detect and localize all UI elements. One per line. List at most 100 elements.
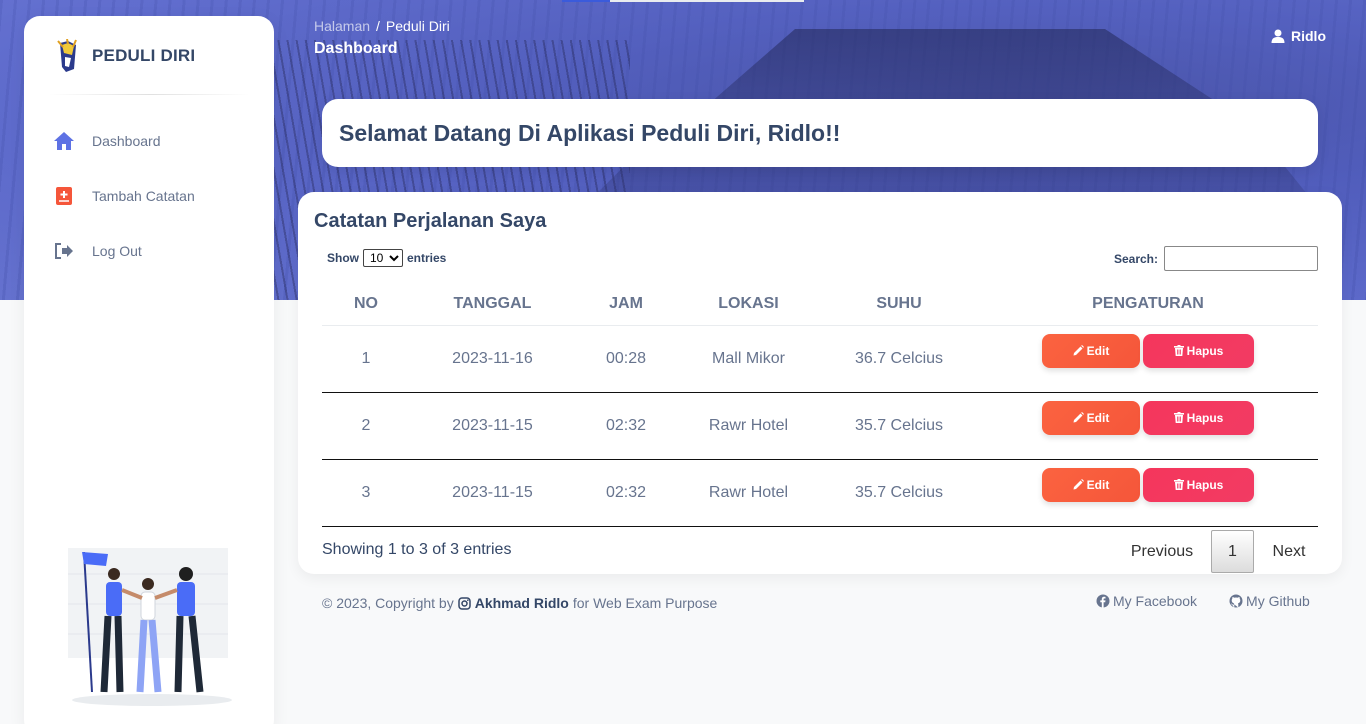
table-row: 2 2023-11-15 02:32 Rawr Hotel 35.7 Celci… [322,392,1318,460]
cell-tanggal: 2023-11-15 [410,392,575,460]
cell-no: 2 [322,392,410,460]
search-input[interactable] [1164,246,1318,271]
welcome-card: Selamat Datang Di Aplikasi Peduli Diri, … [322,99,1318,167]
page-number-button[interactable]: 1 [1211,530,1254,573]
brand[interactable]: PEDULI DIRI [54,38,195,74]
sidebar-nav: Dashboard Tambah Catatan Log Out [50,122,250,287]
sidebar-item-label: Dashboard [92,133,161,149]
user-menu[interactable]: Ridlo [1271,28,1326,44]
cell-actions: Edit Hapus [978,325,1318,393]
delete-label: Hapus [1186,410,1224,425]
column-header-lokasi[interactable]: LOKASI [677,283,820,326]
footer-links: My Facebook My Github [1096,593,1310,609]
records-table: NO TANGGAL JAM LOKASI SUHU PENGATURAN 1 … [322,283,1318,527]
edit-label: Edit [1086,343,1110,358]
facebook-label: My Facebook [1113,593,1198,609]
cell-suhu: 36.7 Celcius [820,325,978,393]
add-note-icon [52,184,76,208]
cell-jam: 02:32 [575,459,677,527]
page-size-select[interactable]: 10 [363,249,403,267]
user-icon [1271,29,1285,43]
column-header-no[interactable]: NO [322,283,410,326]
cell-actions: Edit Hapus [978,459,1318,527]
table-header-row: NO TANGGAL JAM LOKASI SUHU PENGATURAN [322,283,1318,326]
pagination: Previous 1 Next [1119,530,1318,573]
sidebar-item-label: Tambah Catatan [92,188,195,204]
copyright-text: © 2023, Copyright by [322,595,454,611]
github-label: My Github [1246,593,1310,609]
brand-logo-icon [57,39,77,72]
page-size-control: Show 10 entries [327,249,446,267]
cell-tanggal: 2023-11-15 [410,459,575,527]
welcome-text: Selamat Datang Di Aplikasi Peduli Diri, … [339,119,841,146]
sidebar-item-label: Log Out [92,243,142,259]
column-header-suhu[interactable]: SUHU [820,283,978,326]
pencil-icon [1073,479,1084,490]
column-header-tanggal[interactable]: TANGGAL [410,283,575,326]
cell-lokasi: Rawr Hotel [677,392,820,460]
cell-lokasi: Rawr Hotel [677,459,820,527]
author-link[interactable]: Akhmad Ridlo [475,595,569,611]
edit-label: Edit [1086,410,1110,425]
github-icon [1229,594,1243,608]
delete-button[interactable]: Hapus [1143,333,1254,368]
cell-no: 1 [322,325,410,393]
logout-icon [52,239,76,263]
cell-tanggal: 2023-11-16 [410,325,575,393]
column-header-jam[interactable]: JAM [575,283,677,326]
table-info: Showing 1 to 3 of 3 entries [322,541,512,558]
breadcrumb: Halaman / Peduli Diri [314,18,450,34]
background-roof [702,29,1229,110]
brand-name: PEDULI DIRI [92,46,196,65]
records-card: Catatan Perjalanan Saya Show 10 entries … [298,192,1342,574]
breadcrumb-separator: / [376,18,380,34]
purpose-text: for Web Exam Purpose [572,595,718,611]
home-icon [52,129,76,153]
team-illustration [68,548,232,706]
github-link[interactable]: My Github [1229,593,1310,609]
breadcrumb-current: Peduli Diri [385,18,450,34]
facebook-link[interactable]: My Facebook [1096,593,1197,609]
breadcrumb-root[interactable]: Halaman [314,18,370,34]
cell-jam: 02:32 [575,392,677,460]
sidebar-item-dashboard[interactable]: Dashboard [50,122,250,160]
trash-icon [1173,412,1184,423]
sidebar-divider [48,94,250,95]
edit-button[interactable]: Edit [1042,467,1140,502]
edit-button[interactable]: Edit [1042,400,1140,435]
loading-bar [562,0,804,2]
next-page-button[interactable]: Next [1260,530,1318,573]
user-name: Ridlo [1291,28,1326,44]
sidebar-item-logout[interactable]: Log Out [50,232,250,270]
cell-jam: 00:28 [575,325,677,393]
sidebar-item-tambah-catatan[interactable]: Tambah Catatan [50,177,250,215]
search-label: Search: [1113,251,1158,266]
instagram-icon [457,596,471,610]
cell-actions: Edit Hapus [978,392,1318,460]
pencil-icon [1073,412,1084,423]
cell-suhu: 35.7 Celcius [820,392,978,460]
sidebar: PEDULI DIRI Dashboard Tambah Catatan Log… [24,16,274,724]
facebook-icon [1096,594,1110,608]
card-title: Catatan Perjalanan Saya [314,210,547,232]
table-row: 3 2023-11-15 02:32 Rawr Hotel 35.7 Celci… [322,459,1318,527]
table-row: 1 2023-11-16 00:28 Mall Mikor 36.7 Celci… [322,325,1318,393]
page-title: Dashboard [314,40,398,57]
delete-button[interactable]: Hapus [1143,400,1254,435]
column-header-pengaturan[interactable]: PENGATURAN [978,283,1318,326]
entries-label: entries [407,251,447,265]
edit-button[interactable]: Edit [1042,333,1140,368]
show-label: Show [327,251,359,265]
trash-icon [1173,345,1184,356]
cell-no: 3 [322,459,410,527]
delete-label: Hapus [1186,477,1224,492]
cell-suhu: 35.7 Celcius [820,459,978,527]
pencil-icon [1073,345,1084,356]
previous-page-button[interactable]: Previous [1119,530,1205,573]
delete-label: Hapus [1186,343,1224,358]
edit-label: Edit [1086,477,1110,492]
search-control: Search: [1114,246,1318,271]
cell-lokasi: Mall Mikor [677,325,820,393]
delete-button[interactable]: Hapus [1143,467,1254,502]
trash-icon [1173,479,1184,490]
